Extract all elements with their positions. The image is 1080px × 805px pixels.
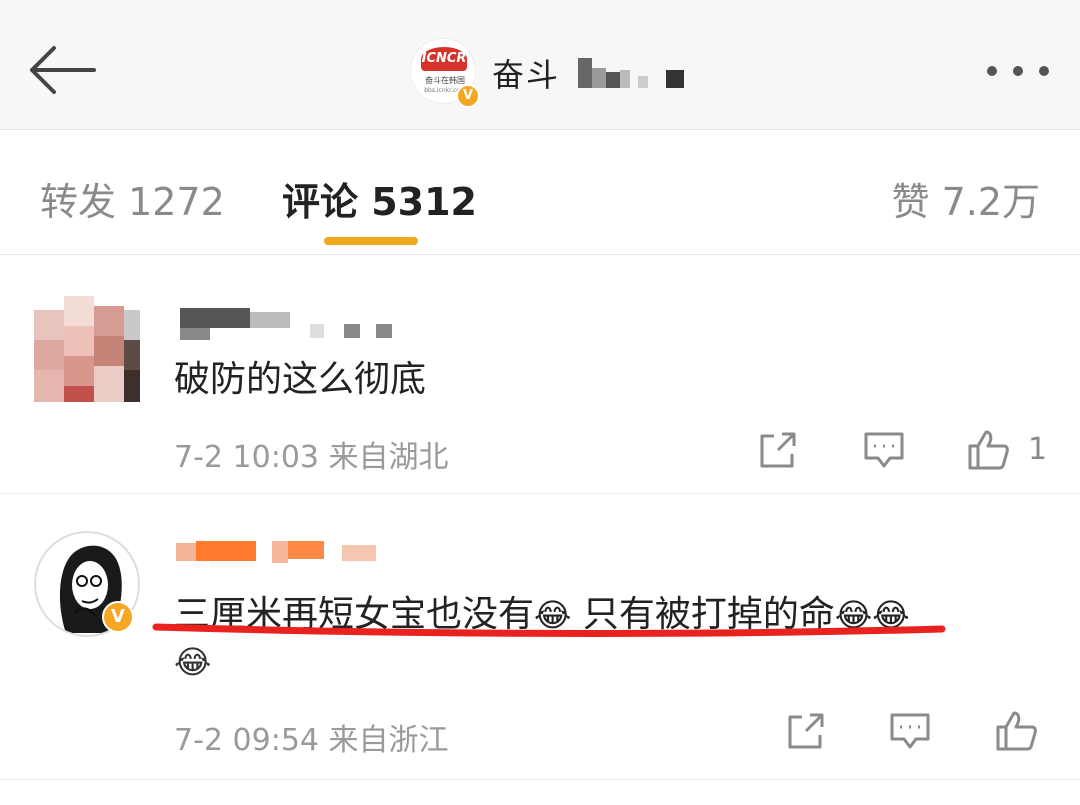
- comment-item: 破防的这么彻底 7-2 10:03 来自湖北 1: [0, 256, 1080, 494]
- tab-likes[interactable]: 赞 7.2万: [891, 171, 1040, 226]
- active-tab-indicator: [324, 237, 418, 245]
- comment-text: 破防的这么彻底: [174, 359, 427, 400]
- tab-bar: 转发 1272 评论 5312 赞 7.2万: [0, 131, 1080, 255]
- comment-time: 7-2 10:03: [174, 440, 319, 475]
- comment-item: V 三厘米再短女宝也没有😂 只有被打掉的命😂😂 😂 7-2 09:54 来自浙江: [0, 495, 1080, 780]
- comment-time: 7-2 09:54: [174, 723, 319, 758]
- back-arrow-icon[interactable]: [24, 40, 98, 100]
- verified-badge-icon: V: [456, 84, 480, 108]
- comment-meta: 7-2 09:54 来自浙江: [174, 715, 449, 759]
- comment-location: 来自湖北: [328, 440, 449, 475]
- like-thumb-icon[interactable]: [966, 428, 1010, 472]
- share-icon[interactable]: [784, 709, 828, 753]
- account-name[interactable]: 奋斗: [492, 50, 560, 96]
- like-thumb-icon[interactable]: [994, 709, 1038, 753]
- comment-meta: 7-2 10:03 来自湖北: [174, 432, 449, 476]
- comment-location: 来自浙江: [328, 723, 449, 758]
- verified-badge-icon: V: [102, 601, 134, 633]
- top-bar: ICNCR 奋斗在韩国 bbs.icnkr.com V 奋斗: [0, 0, 1080, 130]
- comment-reply-icon[interactable]: [862, 428, 906, 472]
- username-mosaic: [176, 537, 386, 567]
- like-count: 1: [1028, 432, 1048, 467]
- share-icon[interactable]: [756, 428, 800, 472]
- username-mosaic: [180, 304, 400, 340]
- tab-repost[interactable]: 转发 1272: [40, 171, 225, 226]
- comment-reply-icon[interactable]: [888, 709, 932, 753]
- laughing-tears-emoji-icon: 😂: [174, 643, 212, 681]
- logo-mark: ICNCR: [421, 47, 467, 71]
- more-options-icon[interactable]: [985, 62, 1055, 82]
- commenter-avatar[interactable]: [34, 296, 140, 402]
- name-mosaic: [576, 58, 686, 88]
- red-highlight-underline: [150, 619, 950, 643]
- comment-text-line-2: 😂: [174, 641, 211, 682]
- tab-comments[interactable]: 评论 5312: [282, 171, 477, 226]
